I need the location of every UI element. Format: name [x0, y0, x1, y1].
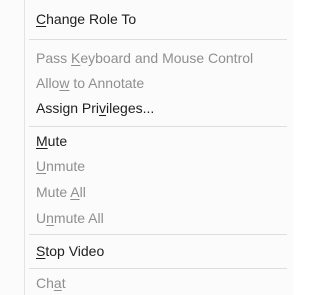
menu-item-label-part: Pass	[36, 50, 72, 66]
menu-item-label-part: ll	[79, 184, 86, 200]
menu-separator	[29, 234, 287, 235]
menu-item-label-part: top Video	[45, 243, 105, 259]
menu-item-allow-to-annotate[interactable]: Allow to Annotate	[36, 72, 144, 94]
menu-item-label-part: U	[36, 210, 47, 226]
menu-item-label-part: Mute	[36, 184, 71, 200]
menu-item-mnemonic: a	[53, 275, 62, 291]
menu-item-assign-privileges[interactable]: Assign Privileges...	[36, 97, 154, 119]
menu-item-label-part: Allo	[36, 75, 60, 91]
menu-separator	[29, 268, 287, 269]
menu-item-unmute-all[interactable]: Unmute All	[36, 207, 104, 229]
menu-item-mnemonic: M	[36, 133, 48, 149]
menu-item-label-part: hange Role To	[46, 11, 137, 27]
menu-item-change-role-to[interactable]: Change Role To	[36, 8, 136, 30]
context-menu: Change Role To Pass Keyboard and Mouse C…	[0, 0, 293, 295]
menu-item-mnemonic: n	[46, 210, 54, 226]
menu-item-mute[interactable]: Mute	[36, 130, 67, 152]
menu-item-mnemonic: v	[99, 100, 107, 116]
menu-item-label-part: mute All	[53, 210, 104, 226]
menu-item-mnemonic: K	[71, 50, 81, 66]
menu-item-label-part: ileges...	[106, 100, 155, 116]
menu-item-mnemonic: S	[36, 243, 46, 259]
menu-item-mnemonic: C	[36, 11, 47, 27]
menu-item-label-part: Assign Pri	[36, 100, 100, 116]
menu-item-mnemonic: U	[36, 158, 47, 174]
menu-item-label-part: eyboard and Mouse Control	[80, 50, 254, 66]
menu-item-label-part: t	[61, 275, 66, 291]
menu-icon-gutter-divider	[24, 0, 25, 295]
menu-item-chat[interactable]: Chat	[36, 272, 66, 294]
menu-item-label-part: nmute	[46, 158, 86, 174]
menu-item-label-part: Ch	[36, 275, 54, 291]
menu-separator	[29, 39, 287, 40]
menu-item-mute-all[interactable]: Mute All	[36, 181, 86, 203]
menu-item-unmute[interactable]: Unmute	[36, 155, 85, 177]
menu-item-stop-video[interactable]: Stop Video	[36, 240, 104, 262]
menu-separator	[29, 126, 287, 127]
menu-item-label-part: to Annotate	[69, 75, 145, 91]
menu-item-mnemonic: w	[59, 75, 70, 91]
menu-item-mnemonic: A	[70, 184, 80, 200]
menu-item-pass-keyboard-and-mouse-control[interactable]: Pass Keyboard and Mouse Control	[36, 47, 253, 69]
menu-item-label-part: ute	[47, 133, 68, 149]
